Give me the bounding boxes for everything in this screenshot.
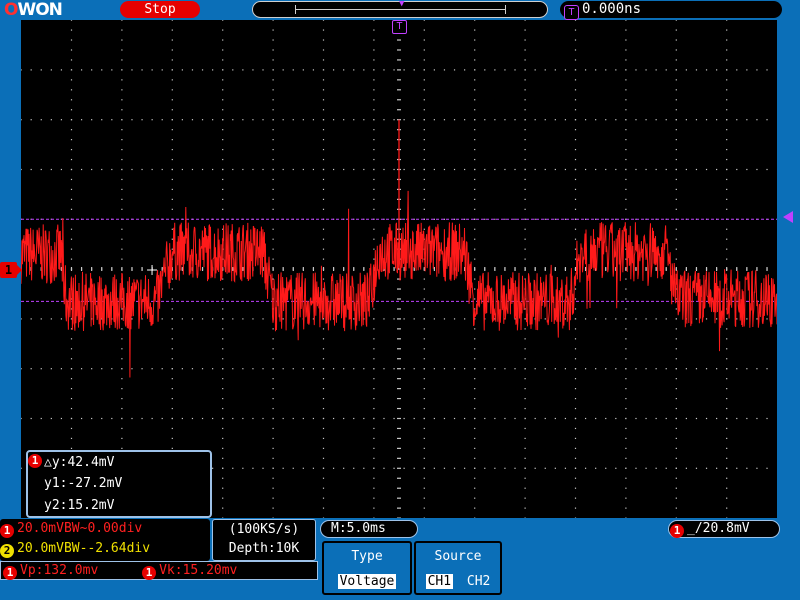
trigger-level-readout[interactable]: 1 _/20.8mV xyxy=(668,520,780,538)
sample-rate: (100KS/s) xyxy=(228,522,300,537)
measurement-vp: Vp:132.0mv xyxy=(20,563,99,578)
memory-depth: Depth:10K xyxy=(228,541,300,556)
channel2-setting[interactable]: 2 20.0mVBW--2.64div xyxy=(0,540,208,560)
channel1-badge: 1 xyxy=(0,524,14,538)
run-state-indicator[interactable]: Stop xyxy=(120,1,200,18)
source-option-ch1[interactable]: CH1 xyxy=(425,574,454,589)
brand-logo: OWON xyxy=(4,0,63,20)
menu-type-title: Type xyxy=(351,549,383,564)
top-status-bar: OWON Stop ▼ T 0.000ns xyxy=(0,0,800,20)
channel1-setting-text: 20.0mVBW~0.00div xyxy=(17,521,143,536)
trigger-position-mark-icon: ▼ xyxy=(399,0,405,9)
measurement-bar: 1 Vp:132.0mv 1 Vk:15.20mv xyxy=(0,561,318,580)
channel1-ground-marker[interactable]: 1 xyxy=(0,262,22,278)
trigger-source-badge: 1 xyxy=(670,524,684,538)
trigger-time-readout[interactable]: T 0.000ns xyxy=(560,1,782,20)
cursor-y1: y1:-27.2mV xyxy=(44,476,123,491)
trigger-level-arrow-icon[interactable] xyxy=(783,211,793,223)
channel2-setting-text: 20.0mVBW--2.64div xyxy=(17,541,151,556)
menu-source-title: Source xyxy=(434,549,482,564)
acquisition-info: (100KS/s) Depth:10K xyxy=(212,519,316,561)
waveform-display[interactable] xyxy=(21,20,777,518)
cursor-delta-y: △y:42.4mV xyxy=(44,455,115,470)
menu-type-button[interactable]: Type Voltage xyxy=(322,541,412,595)
measurement1-badge: 1 xyxy=(3,566,17,580)
menu-type-selected: Voltage xyxy=(337,574,397,589)
waveform-graticule xyxy=(21,20,777,518)
measurement2-badge: 1 xyxy=(142,566,157,580)
timebase-readout[interactable]: M:5.0ms xyxy=(320,520,418,538)
channel1-setting[interactable]: 1 20.0mVBW~0.00div xyxy=(0,520,208,540)
source-option-ch2[interactable]: CH2 xyxy=(467,574,490,589)
memory-position-bar[interactable]: ▼ xyxy=(252,0,548,18)
measurement-vk: Vk:15.20mv xyxy=(159,563,238,578)
channel-settings-panel: 1 20.0mVBW~0.00div 2 20.0mVBW--2.64div xyxy=(0,519,210,561)
trigger-time-value: 0.000ns xyxy=(582,1,642,17)
trigger-level-value: 20.8mV xyxy=(702,521,750,536)
channel2-badge: 2 xyxy=(0,544,14,558)
trigger-position-marker[interactable]: T xyxy=(392,20,407,34)
rising-edge-icon: _/ xyxy=(687,521,703,536)
trigger-time-icon: T xyxy=(564,5,579,20)
cursor-channel-badge: 1 xyxy=(28,454,42,468)
cursor-y2: y2:15.2mV xyxy=(44,498,115,513)
cursor-readout-panel: 1 △y:42.4mV y1:-27.2mV y2:15.2mV xyxy=(26,450,212,518)
menu-source-button[interactable]: Source CH1 CH2 xyxy=(414,541,502,595)
